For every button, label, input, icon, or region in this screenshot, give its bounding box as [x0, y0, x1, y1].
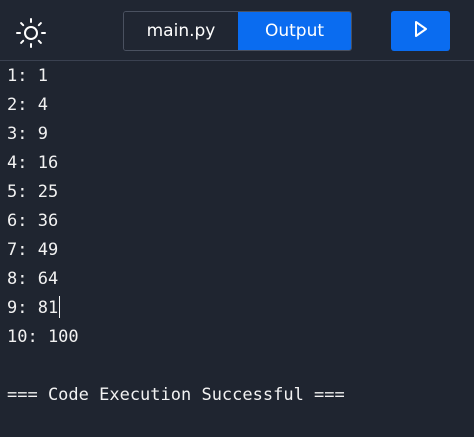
toolbar: main.py Output	[0, 0, 474, 61]
sun-icon	[14, 16, 48, 50]
output-console[interactable]: 1: 1 2: 4 3: 9 4: 16 5: 25 6: 36 7: 49 8…	[0, 62, 474, 437]
output-line: 5: 25	[7, 182, 59, 202]
tab-output[interactable]: Output	[238, 12, 351, 50]
run-button[interactable]	[391, 11, 450, 51]
output-line: 2: 4	[7, 95, 48, 115]
play-icon	[413, 20, 429, 43]
editor-tabs: main.py Output	[123, 11, 352, 51]
text-cursor	[59, 296, 61, 318]
output-line: 6: 36	[7, 211, 59, 231]
tab-output-label: Output	[264, 21, 325, 41]
execution-status: === Code Execution Successful ===	[7, 385, 345, 405]
output-line: 4: 16	[7, 153, 59, 173]
tab-main-py-label: main.py	[146, 21, 216, 41]
theme-toggle-button[interactable]	[14, 16, 48, 50]
output-line: 7: 49	[7, 240, 59, 260]
output-line: 1: 1	[7, 66, 48, 86]
output-line-with-cursor: 9: 81	[7, 296, 61, 320]
tab-main-py[interactable]: main.py	[124, 12, 238, 50]
online-compiler-window: main.py Output 1: 1 2: 4 3: 9 4: 16 5: 2…	[0, 0, 474, 437]
output-line: 3: 9	[7, 124, 48, 144]
output-line-text: 9: 81	[7, 298, 59, 318]
output-line: 10: 100	[7, 327, 79, 347]
output-line: 8: 64	[7, 269, 59, 289]
